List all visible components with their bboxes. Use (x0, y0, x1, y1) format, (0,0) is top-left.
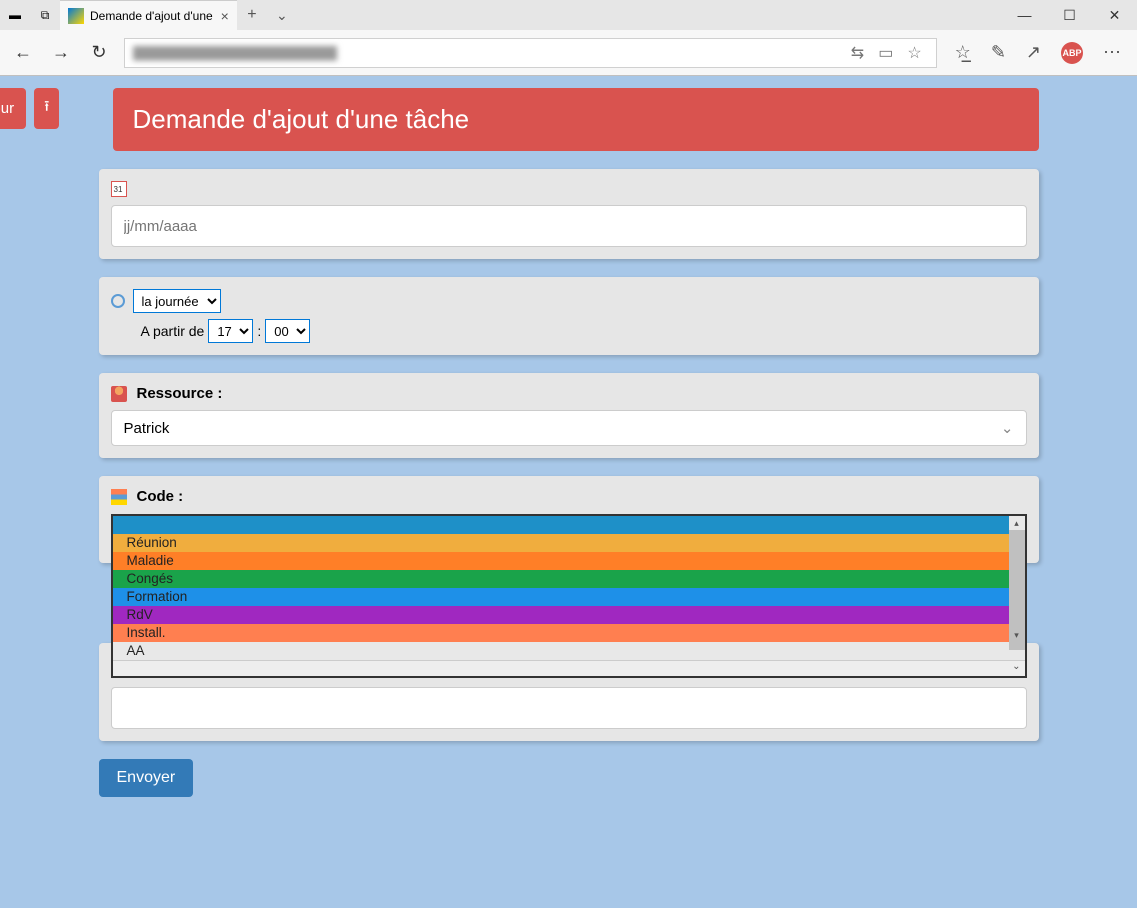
resource-select[interactable]: Patrick ⌄ (111, 410, 1027, 446)
forward-button[interactable]: → (42, 34, 80, 72)
tab-favicon (68, 8, 84, 24)
date-panel (99, 169, 1039, 259)
code-option[interactable]: Réunion (113, 534, 1025, 552)
url-text: ████████████████████████ (133, 46, 337, 60)
scroll-up-icon[interactable]: ▴ (1009, 516, 1025, 530)
chevron-down-icon[interactable]: ⌄ (113, 660, 1025, 676)
code-option[interactable]: Congés (113, 570, 1025, 588)
code-option[interactable]: Formation (113, 588, 1025, 606)
resource-panel: Ressource : Patrick ⌄ (99, 373, 1039, 458)
resource-value: Patrick (124, 420, 170, 437)
calendar-icon (111, 181, 127, 197)
code-option[interactable]: RdV (113, 606, 1025, 624)
chevron-down-icon: ⌄ (1001, 419, 1014, 437)
retour-label: Retour (0, 100, 14, 117)
back-button[interactable]: ← (4, 34, 42, 72)
share-icon[interactable]: ↗ (1026, 42, 1041, 63)
scrollbar[interactable]: ▴ ▾ (1009, 516, 1025, 642)
code-option[interactable]: Install. (113, 624, 1025, 642)
more-icon[interactable]: ⋯ (1103, 42, 1121, 63)
retour-button[interactable]: ❮ Retour (0, 88, 26, 129)
export-button[interactable]: ⭱ (34, 88, 59, 129)
envoyer-button[interactable]: Envoyer (99, 759, 194, 797)
code-panel: Code : RéunionMaladieCongésFormationRdVI… (99, 476, 1039, 563)
from-label: A partir de (141, 323, 205, 339)
maximize-button[interactable]: ☐ (1047, 0, 1092, 30)
minute-select[interactable]: 00 (265, 319, 310, 343)
resource-label: Ressource : (137, 385, 223, 402)
time-panel: la journée A partir de 17 : 00 (99, 277, 1039, 355)
taskbar-icon-2: ⧉ (30, 8, 60, 23)
clock-icon (111, 294, 125, 308)
code-option[interactable]: Maladie (113, 552, 1025, 570)
envoyer-label: Envoyer (117, 769, 176, 786)
period-select[interactable]: la journée (133, 289, 221, 313)
close-icon[interactable]: × (221, 8, 229, 24)
code-option[interactable] (113, 516, 1025, 534)
new-tab-button[interactable]: + (237, 0, 267, 30)
favorites-list-icon[interactable]: ☆̲ (955, 42, 971, 63)
refresh-button[interactable]: ↻ (80, 34, 118, 72)
code-label: Code : (137, 488, 184, 505)
user-icon (111, 386, 127, 402)
reading-icon[interactable]: ▭ (878, 43, 893, 63)
scroll-down-icon[interactable]: ▾ (1009, 628, 1025, 642)
page-title: Demande d'ajout d'une tâche (113, 88, 1039, 151)
password-input[interactable] (111, 687, 1027, 729)
time-separator: : (257, 323, 261, 339)
window-close-button[interactable]: ✕ (1092, 0, 1137, 30)
hour-select[interactable]: 17 (208, 319, 253, 343)
translate-icon[interactable]: ⇆ (851, 43, 864, 63)
favorite-icon[interactable]: ☆ (907, 43, 921, 63)
minimize-button[interactable]: — (1002, 0, 1047, 30)
tab-title: Demande d'ajout d'une (90, 9, 213, 23)
tabs-chevron-icon[interactable]: ⌄ (267, 0, 297, 30)
date-input[interactable] (111, 205, 1027, 247)
url-bar[interactable]: ████████████████████████ ⇆ ▭ ☆ (124, 38, 937, 68)
browser-tab[interactable]: Demande d'ajout d'une × (60, 0, 237, 30)
abp-icon[interactable]: ABP (1061, 42, 1083, 64)
export-icon: ⭱ (44, 96, 49, 121)
pen-icon[interactable]: ✎ (991, 42, 1006, 63)
code-icon (111, 489, 127, 505)
code-option[interactable]: AA (113, 642, 1025, 660)
code-dropdown[interactable]: RéunionMaladieCongésFormationRdVInstall.… (111, 514, 1027, 678)
taskbar-icon-1: ▬ (0, 8, 30, 22)
